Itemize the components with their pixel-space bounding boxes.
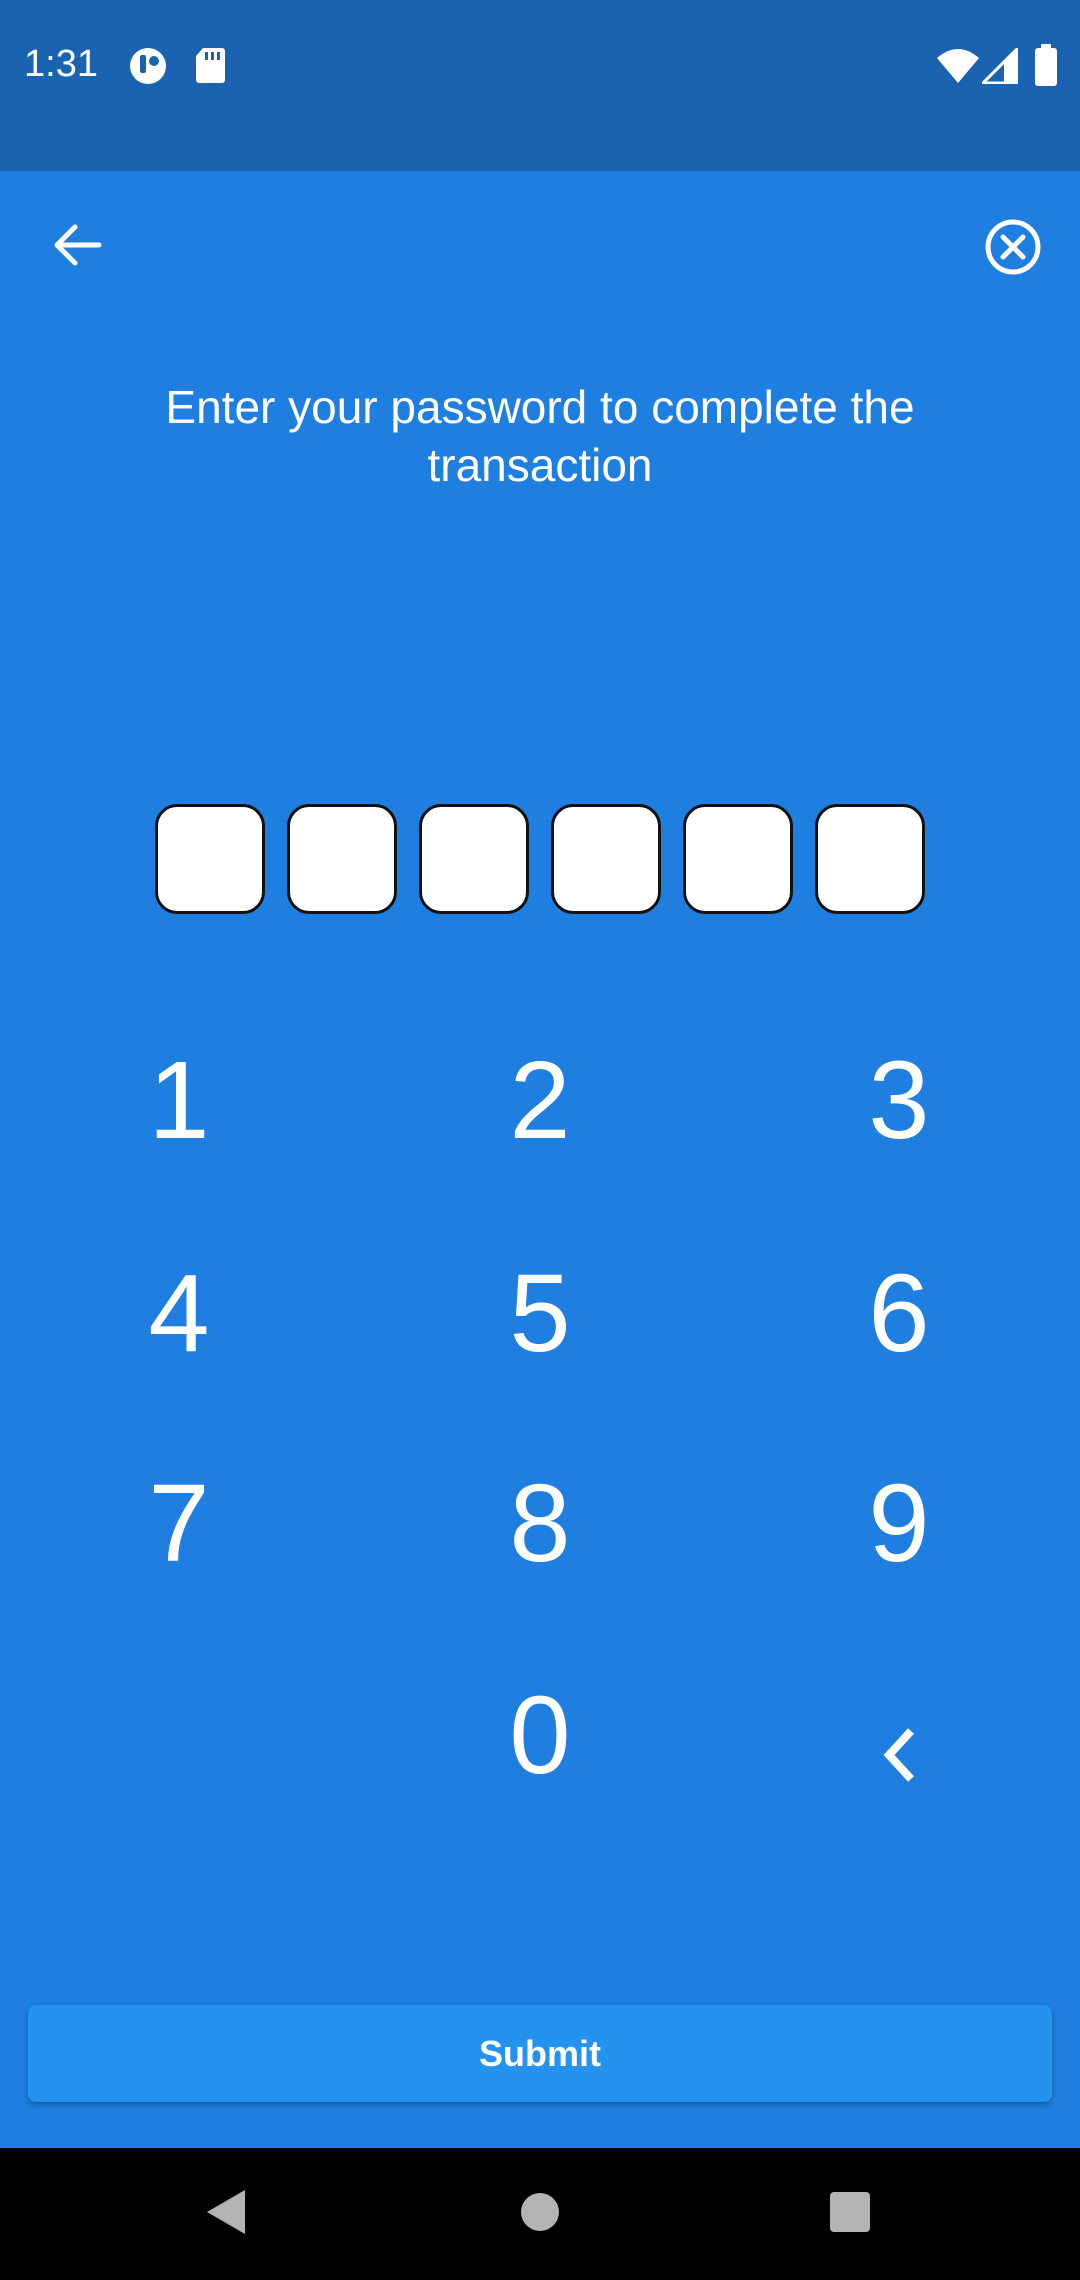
nav-back-icon (203, 2187, 249, 2242)
app-notification-icon (128, 46, 168, 91)
nav-back-button[interactable] (186, 2174, 266, 2254)
nav-recents-icon (829, 2191, 871, 2238)
key-8[interactable]: 8 (440, 1448, 640, 1598)
system-navigation-bar (0, 2148, 1080, 2280)
pin-digit-box-6[interactable] (815, 804, 925, 914)
circle-x-icon (984, 218, 1042, 281)
key-9[interactable]: 9 (799, 1448, 999, 1598)
pin-input-row[interactable] (155, 804, 925, 914)
close-button[interactable] (976, 212, 1050, 286)
key-empty (79, 1660, 279, 1810)
nav-home-button[interactable] (500, 2174, 580, 2254)
wifi-icon (936, 48, 980, 89)
key-2[interactable]: 2 (440, 1025, 640, 1175)
nav-home-icon (519, 2191, 561, 2238)
nav-recents-button[interactable] (810, 2174, 890, 2254)
chevron-left-icon (879, 1684, 919, 1811)
key-6[interactable]: 6 (799, 1238, 999, 1388)
back-button[interactable] (40, 210, 114, 284)
sd-card-icon (194, 46, 226, 89)
password-entry-screen: 1:31 Enter your password to complete the… (0, 0, 1080, 2280)
key-0[interactable]: 0 (440, 1660, 640, 1810)
submit-button[interactable]: Submit (28, 2005, 1052, 2102)
key-1[interactable]: 1 (79, 1025, 279, 1175)
key-4[interactable]: 4 (79, 1238, 279, 1388)
pin-digit-box-1[interactable] (155, 804, 265, 914)
pin-digit-box-5[interactable] (683, 804, 793, 914)
key-5[interactable]: 5 (440, 1238, 640, 1388)
status-time: 1:31 (24, 43, 98, 85)
backspace-key[interactable] (799, 1672, 999, 1822)
password-prompt: Enter your password to complete the tran… (165, 381, 915, 491)
key-7[interactable]: 7 (79, 1448, 279, 1598)
pin-digit-box-4[interactable] (551, 804, 661, 914)
cellular-signal-icon (979, 45, 1019, 89)
status-bar: 1:31 (0, 0, 1080, 171)
arrow-left-icon (51, 223, 103, 272)
key-3[interactable]: 3 (799, 1025, 999, 1175)
battery-icon (1034, 44, 1058, 91)
pin-digit-box-2[interactable] (287, 804, 397, 914)
pin-digit-box-3[interactable] (419, 804, 529, 914)
